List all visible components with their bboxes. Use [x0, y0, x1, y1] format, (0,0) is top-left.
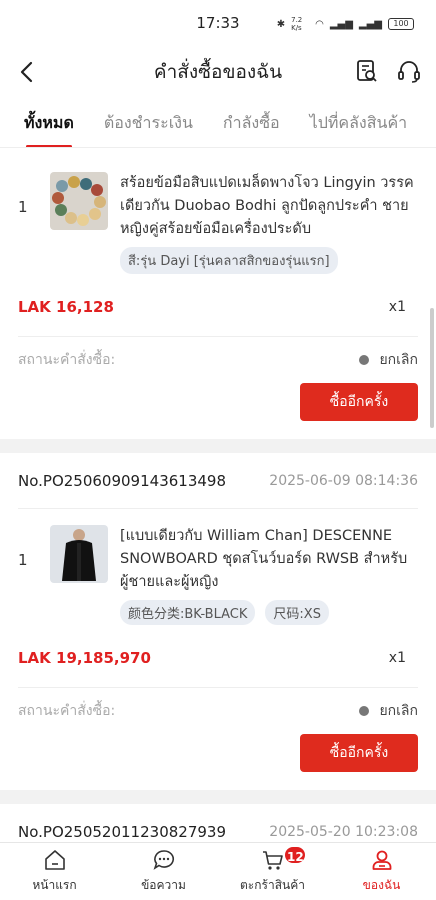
item-qty: x1	[388, 299, 406, 315]
order-header: No.PO25060909143613498 2025-06-09 08:14:…	[18, 453, 418, 509]
status-text: ยกเลิก	[379, 703, 418, 719]
nav-cart[interactable]: 12 ตะกร้าสินค้า	[218, 843, 327, 900]
order-date: 2025-05-20 10:23:08	[269, 823, 418, 840]
wifi-icon: ◠	[315, 18, 324, 30]
action-row: ซื้ออีกครั้ง	[18, 722, 418, 790]
item-info: สร้อยข้อมือสิบแปดเมล็ดพางโจว Lingyin วรร…	[108, 172, 418, 274]
nav-profile[interactable]: ของฉัน	[327, 843, 436, 900]
product-thumbnail-bracelet[interactable]	[50, 172, 108, 230]
order-status-row: สถานะคำสั่งซื้อ: ยกเลิก	[18, 337, 418, 371]
status-bar: 17:33 ✱ 7.2 K/s ◠ ▂▄▆ ▂▄▆ 100	[0, 0, 436, 46]
network-speed: 7.2 K/s	[291, 16, 303, 32]
order-number: No.PO25052011230827939	[18, 822, 226, 841]
headset-icon[interactable]	[396, 58, 422, 84]
sku-tags: สี:รุ่น Dayi [รุ่นคลาสสิกของรุ่นแรก]	[120, 247, 418, 274]
item-index: 1	[18, 198, 28, 216]
sku-tag-size: 尺码:XS	[265, 600, 329, 625]
status-time: 17:33	[196, 14, 240, 32]
scrollbar[interactable]	[430, 308, 434, 428]
nav-label: ตะกร้าสินค้า	[240, 878, 305, 892]
order-item[interactable]: 1 [แบบเดียวกับ William Chan] DESCENNE SN…	[18, 509, 418, 625]
sku-tag-color: 颜色分类:BK-BLACK	[120, 600, 256, 625]
tab-to-pay[interactable]: ต้องชำระเงิน	[104, 98, 193, 147]
sku-tags: 颜色分类:BK-BLACK 尺码:XS	[120, 600, 418, 625]
product-title[interactable]: สร้อยข้อมือสิบแปดเมล็ดพางโจว Lingyin วรร…	[120, 172, 418, 241]
tab-all[interactable]: ทั้งหมด	[24, 98, 74, 147]
item-index: 1	[18, 551, 28, 569]
price-row: LAK 16,128 x1	[18, 298, 418, 337]
tab-to-warehouse[interactable]: ไปที่คลังสินค้า	[310, 98, 407, 147]
buy-again-button[interactable]: ซื้ออีกครั้ง	[300, 383, 418, 421]
sku-tag: สี:รุ่น Dayi [รุ่นคลาสสิกของรุ่นแรก]	[120, 247, 338, 274]
tab-purchasing[interactable]: กำลังซื้อ	[223, 98, 280, 147]
item-price: LAK 19,185,970	[18, 649, 151, 667]
order-list[interactable]: 1 สร้อยข้อมือสิบแปดเมล็ดพางโจว Lingyin ว…	[0, 148, 436, 842]
back-icon[interactable]	[16, 60, 40, 84]
product-title[interactable]: [แบบเดียวกับ William Chan] DESCENNE SNOW…	[120, 525, 418, 594]
order-date: 2025-06-09 08:14:36	[269, 472, 418, 489]
order-card: 1 สร้อยข้อมือสิบแปดเมล็ดพางโจว Lingyin ว…	[0, 148, 436, 439]
signal-icon-2: ▂▄▆	[358, 18, 382, 30]
cart-badge: 12	[283, 845, 308, 865]
nav-label: ของฉัน	[362, 878, 401, 892]
item-qty: x1	[388, 650, 406, 666]
status-icons: ✱ 7.2 K/s ◠ ▂▄▆ ▂▄▆ 100	[277, 16, 414, 32]
status-label: สถานะคำสั่งซื้อ:	[18, 703, 116, 719]
nav-label: ข้อความ	[141, 878, 186, 892]
status-value: ยกเลิก	[359, 700, 418, 722]
signal-icon: ▂▄▆	[329, 18, 353, 30]
price-row: LAK 19,185,970 x1	[18, 649, 418, 688]
user-icon	[372, 850, 391, 870]
status-value: ยกเลิก	[359, 349, 418, 371]
product-thumbnail-jacket[interactable]	[50, 525, 108, 583]
order-tabs: ทั้งหมด ต้องชำระเงิน กำลังซื้อ ไปที่คลัง…	[0, 98, 436, 148]
order-card: No.PO25052011230827939 2025-05-20 10:23:…	[0, 804, 436, 842]
header-actions	[354, 58, 422, 84]
order-number: No.PO25060909143613498	[18, 471, 226, 490]
cart-icon	[262, 851, 283, 870]
status-dot	[359, 706, 370, 716]
home-icon	[44, 850, 65, 870]
buy-again-button[interactable]: ซื้ออีกครั้ง	[300, 734, 418, 772]
nav-home[interactable]: หน้าแรก	[0, 843, 109, 900]
header: คำสั่งซื้อของฉัน	[0, 46, 436, 98]
item-price: LAK 16,128	[18, 298, 114, 316]
status-dot	[359, 355, 370, 365]
status-label: สถานะคำสั่งซื้อ:	[18, 352, 116, 368]
search-order-icon[interactable]	[354, 58, 380, 84]
battery-icon: 100	[388, 18, 414, 30]
item-info: [แบบเดียวกับ William Chan] DESCENNE SNOW…	[108, 525, 418, 625]
message-icon	[153, 850, 174, 870]
order-item[interactable]: 1 สร้อยข้อมือสิบแปดเมล็ดพางโจว Lingyin ว…	[18, 152, 418, 274]
bottom-nav: หน้าแรก ข้อความ 12 ตะกร้าสินค้า ของฉัน	[0, 842, 436, 900]
status-text: ยกเลิก	[379, 352, 418, 368]
nav-label: หน้าแรก	[32, 878, 77, 892]
order-status-row: สถานะคำสั่งซื้อ: ยกเลิก	[18, 688, 418, 722]
nav-messages[interactable]: ข้อความ	[109, 843, 218, 900]
order-header: No.PO25052011230827939 2025-05-20 10:23:…	[18, 804, 418, 842]
order-card: No.PO25060909143613498 2025-06-09 08:14:…	[0, 453, 436, 790]
bluetooth-icon: ✱	[276, 18, 286, 30]
action-row: ซื้ออีกครั้ง	[18, 371, 418, 439]
